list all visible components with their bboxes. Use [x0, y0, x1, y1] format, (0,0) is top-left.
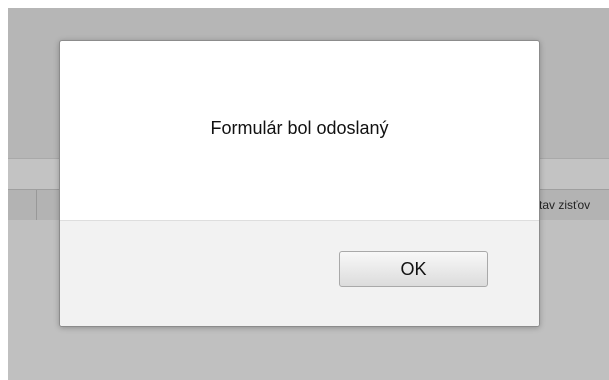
column-separator [36, 190, 37, 220]
ok-button[interactable]: OK [339, 251, 488, 287]
column-header-right: tav zisťov [539, 198, 591, 212]
alert-dialog: Formulár bol odoslaný OK [59, 40, 540, 327]
dialog-message: Formulár bol odoslaný [210, 118, 389, 138]
screenshot-frame: Ol tav zisťov Formulár bol odoslaný OK [0, 0, 609, 380]
dialog-button-pane: OK [60, 220, 539, 326]
